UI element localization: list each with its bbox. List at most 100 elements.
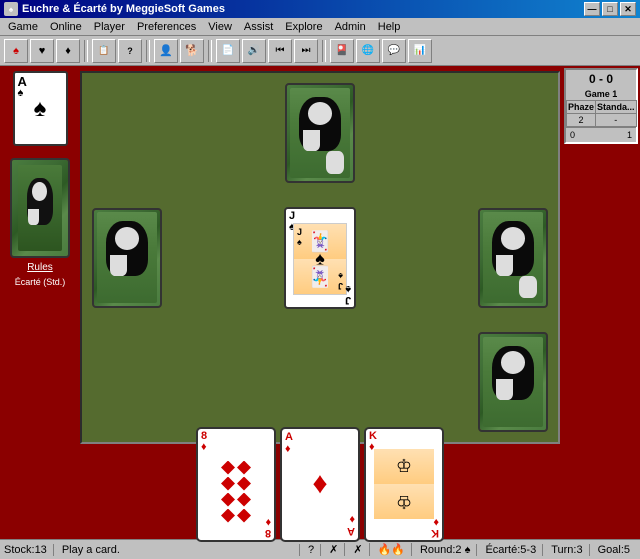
round-label: Round:2 ♠ (420, 544, 471, 556)
toolbar-btn-4[interactable]: 📋 (92, 39, 116, 63)
help-status-icon[interactable]: ? (308, 544, 314, 556)
score-table: Phaze Standa... 2 - (566, 100, 637, 127)
toolbar-btn-10[interactable]: ⏮ (268, 39, 292, 63)
score-col2-header: Standa... (596, 101, 637, 114)
status-bar: Stock:13 Play a card. ? ✗ ✗ 🔥🔥 Round:2 ♠… (0, 539, 640, 559)
jack-face-art: 🃏 🃏 J♠ J♠ ♠ (286, 209, 354, 307)
pip-3 (221, 477, 235, 491)
toolbar-sep-3 (208, 40, 212, 62)
status-fire: 🔥🔥 (378, 543, 412, 556)
toolbar-btn-3[interactable]: ♦ (56, 39, 80, 63)
jack-rank-br: J ♠ (345, 283, 351, 305)
menu-admin[interactable]: Admin (329, 18, 372, 35)
ace-of-spades-card: A ♠ ♠ (13, 71, 68, 146)
dog-card-left-panel (10, 158, 70, 258)
title-bar-left: ♠ Euchre & Écarté by MeggieSoft Games (4, 2, 225, 16)
score-bottom-val2: 1 (627, 130, 632, 140)
toolbar-sep-4 (322, 40, 326, 62)
top-opponent-card (285, 83, 355, 183)
title-bar: ♠ Euchre & Écarté by MeggieSoft Games — … (0, 0, 640, 18)
rules-link[interactable]: Rules (27, 262, 53, 273)
pip-5 (221, 493, 235, 507)
status-help[interactable]: ? (308, 544, 321, 556)
pip-4 (237, 477, 251, 491)
toolbar: ♠ ♥ ♦ 📋 ? 👤 🐕 📄 🔊 ⏮ ⏭ 🎴 🌐 💬 📊 (0, 36, 640, 66)
menu-player[interactable]: Player (88, 18, 131, 35)
pip-2 (237, 461, 251, 475)
ace-center-diamond: ♦ (312, 467, 327, 501)
pip-7 (221, 509, 235, 523)
ace-center-pip: ♠ (34, 95, 47, 123)
status-x2: ✗ (353, 543, 369, 556)
toolbar-btn-11[interactable]: ⏭ (294, 39, 318, 63)
king-rank-br: K ♦ (431, 516, 439, 538)
stock-label: Stock:13 (4, 544, 47, 556)
king-face-art: ♔ ♔ (374, 449, 434, 519)
close-button[interactable]: ✕ (620, 2, 636, 16)
right-panel: 0 - 0 Game 1 Phaze Standa... 2 - 0 1 (560, 66, 640, 449)
status-stock: Stock:13 (4, 544, 54, 556)
dog-photo-top (287, 85, 353, 181)
menu-explore[interactable]: Explore (279, 18, 328, 35)
status-goal: Goal:5 (598, 544, 636, 556)
ace-rank-br: A ♦ (347, 513, 355, 537)
right-opponent-card (478, 208, 548, 308)
turn-label: Turn:3 (551, 544, 582, 556)
app-icon: ♠ (4, 2, 18, 16)
status-ecarte: Écarté:5-3 (485, 544, 543, 556)
bottom-right-opponent-card (478, 332, 548, 432)
status-turn: Turn:3 (551, 544, 589, 556)
dog-photo-right (480, 210, 546, 306)
menu-assist[interactable]: Assist (238, 18, 279, 35)
eight-rank-br: 8 ♦ (265, 516, 271, 538)
toolbar-btn-15[interactable]: 📊 (408, 39, 432, 63)
hand-card-king-diamonds[interactable]: K ♦ ♔ ♔ K ♦ (364, 427, 444, 542)
menu-view[interactable]: View (202, 18, 238, 35)
toolbar-btn-6[interactable]: 👤 (154, 39, 178, 63)
dog-photo-1 (12, 160, 68, 256)
menu-game[interactable]: Game (2, 18, 44, 35)
score-col1-header: Phaze (567, 101, 596, 114)
toolbar-btn-14[interactable]: 💬 (382, 39, 406, 63)
menu-preferences[interactable]: Preferences (131, 18, 202, 35)
toolbar-btn-8[interactable]: 📄 (216, 39, 240, 63)
pip-1 (221, 461, 235, 475)
toolbar-btn-13[interactable]: 🌐 (356, 39, 380, 63)
menu-online[interactable]: Online (44, 18, 88, 35)
status-icon-2: ✗ (353, 543, 362, 556)
maximize-button[interactable]: □ (602, 2, 618, 16)
toolbar-btn-9[interactable]: 🔊 (242, 39, 266, 63)
new-game-button[interactable]: ♠ (4, 39, 28, 63)
menu-bar: Game Online Player Preferences View Assi… (0, 18, 640, 36)
dog-photo-left (94, 210, 160, 306)
game-table: J ♠ 🃏 🃏 J♠ J♠ ♠ J ♠ (80, 71, 560, 444)
ecarte-label: Écarté (Std.) (15, 277, 66, 287)
left-panel: A ♠ ♠ Rules Écarté (Std.) (0, 66, 80, 449)
toolbar-btn-5[interactable]: ? (118, 39, 142, 63)
left-opponent-card (92, 208, 162, 308)
title-bar-buttons: — □ ✕ (584, 2, 636, 16)
menu-help[interactable]: Help (372, 18, 407, 35)
toolbar-btn-7[interactable]: 🐕 (180, 39, 204, 63)
hand-card-ace-diamonds[interactable]: A ♦ ♦ A ♦ (280, 427, 360, 542)
score-display: 0 - 0 (566, 70, 636, 88)
ace-rank-tl: A ♦ (285, 431, 293, 455)
toolbar-btn-12[interactable]: 🎴 (330, 39, 354, 63)
status-round: Round:2 ♠ (420, 544, 478, 556)
hand-card-8-diamonds[interactable]: 8 ♦ 8 ♦ (196, 427, 276, 542)
pip-6 (237, 493, 251, 507)
status-icon-1: ✗ (329, 543, 338, 556)
toolbar-btn-2[interactable]: ♥ (30, 39, 54, 63)
center-played-card: J ♠ 🃏 🃏 J♠ J♠ ♠ J ♠ (284, 207, 356, 309)
window-title: Euchre & Écarté by MeggieSoft Games (22, 3, 225, 15)
ace-suit: ♠ (18, 88, 24, 99)
play-instruction: Play a card. (62, 544, 120, 556)
pip-8 (237, 509, 251, 523)
eight-pips (221, 447, 251, 537)
eight-rank-tl: 8 ♦ (201, 431, 207, 453)
status-play: Play a card. (62, 544, 300, 556)
score-bottom-val1: 0 (570, 130, 575, 140)
minimize-button[interactable]: — (584, 2, 600, 16)
score-panel: 0 - 0 Game 1 Phaze Standa... 2 - 0 1 (564, 68, 638, 144)
dog-photo-bottom-right (480, 334, 546, 430)
